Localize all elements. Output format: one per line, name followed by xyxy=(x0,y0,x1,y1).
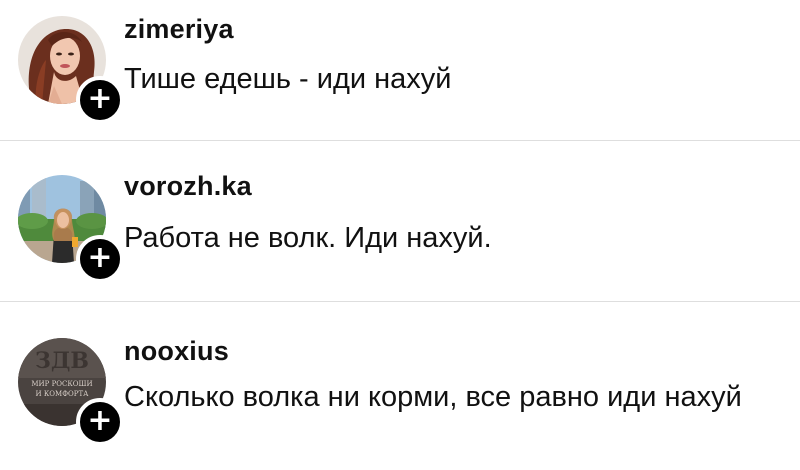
comment-feed: + zimeriya Тише едешь - иди нахуй + voro… xyxy=(0,0,800,470)
comment-text: Тише едешь - иди нахуй xyxy=(124,63,452,95)
comment-item: ЗДВ МИР РОСКОШИ И КОМФОРТА + nooxius Ско… xyxy=(0,302,800,470)
username[interactable]: vorozh.ka xyxy=(124,171,252,202)
avatar-container[interactable]: + xyxy=(18,16,124,124)
svg-text:ЗДВ: ЗДВ xyxy=(35,348,89,374)
comment-item: + vorozh.ka Работа не волк. Иди нахуй. xyxy=(0,141,800,301)
comment-text: Сколько волка ни корми, все равно иди на… xyxy=(124,381,742,413)
comment-text: Работа не волк. Иди нахуй. xyxy=(124,222,492,254)
svg-text:И КОМФОРТА: И КОМФОРТА xyxy=(36,390,90,398)
avatar-container[interactable]: + xyxy=(18,175,124,283)
plus-icon: + xyxy=(87,81,113,116)
comment-item: + zimeriya Тише едешь - иди нахуй xyxy=(0,0,800,140)
plus-icon: + xyxy=(87,403,113,438)
follow-button[interactable]: + xyxy=(76,235,124,283)
follow-button[interactable]: + xyxy=(76,76,124,124)
avatar-container[interactable]: ЗДВ МИР РОСКОШИ И КОМФОРТА + xyxy=(18,338,124,446)
username[interactable]: zimeriya xyxy=(124,14,234,45)
plus-icon: + xyxy=(87,240,113,275)
username[interactable]: nooxius xyxy=(124,336,229,367)
avatar-caption: МИР РОСКОШИ xyxy=(31,380,92,388)
follow-button[interactable]: + xyxy=(76,398,124,446)
